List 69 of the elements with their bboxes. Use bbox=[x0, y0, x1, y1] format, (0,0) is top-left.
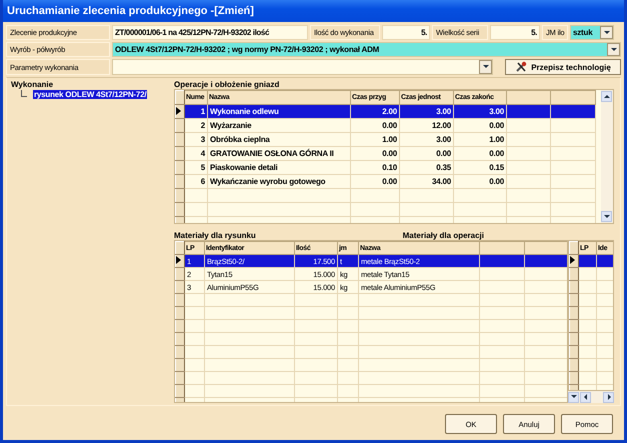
table-cell: 0.00 bbox=[350, 174, 400, 188]
table-row[interactable]: 3 Obróbka cieplna 1.00 3.00 1.00 bbox=[176, 132, 596, 146]
table-cell: 1.00 bbox=[454, 132, 506, 146]
dropdown-button[interactable] bbox=[600, 26, 613, 39]
table-cell: Wykańczanie wyrobu gotowego bbox=[208, 174, 350, 188]
table-cell: 2.00 bbox=[350, 104, 400, 118]
panel-title: Materiały dla operacji bbox=[402, 231, 484, 240]
tree-line-icon bbox=[21, 90, 27, 97]
table-row[interactable]: 2 Wyżarzanie 0.00 12.00 0.00 bbox=[176, 118, 596, 132]
scroll-down-button[interactable] bbox=[568, 392, 579, 402]
table-cell: 3 bbox=[184, 132, 208, 146]
table-cell: 0.35 bbox=[400, 160, 454, 174]
table-cell: 4 bbox=[184, 146, 208, 160]
table-cell: 1.00 bbox=[350, 132, 400, 146]
panel-title: Operacje i obłożenie gniazd bbox=[174, 80, 280, 89]
table-cell: Wyżarzanie bbox=[208, 118, 350, 132]
table-cell: 3.00 bbox=[400, 132, 454, 146]
table-cell: Piaskowanie detali bbox=[208, 160, 350, 174]
table-cell: 6 bbox=[184, 174, 208, 188]
batch-field[interactable]: 5. bbox=[490, 25, 540, 40]
caret-icon bbox=[482, 63, 490, 71]
table-cell: 0.00 bbox=[454, 118, 506, 132]
table-cell: 0.00 bbox=[350, 146, 400, 160]
table-row[interactable]: 6 Wykańczanie wyrobu gotowego 0.00 34.00 0.00 bbox=[176, 174, 596, 188]
table-cell: 0.00 bbox=[454, 146, 506, 160]
caret-icon bbox=[610, 46, 618, 54]
caret-icon bbox=[602, 212, 610, 220]
table-cell: 0.15 bbox=[454, 160, 506, 174]
table-row[interactable]: 5 Piaskowanie detali 0.10 0.35 0.15 bbox=[176, 160, 596, 174]
current-row-icon bbox=[176, 256, 181, 264]
dropdown-button[interactable] bbox=[607, 43, 620, 56]
table-cell: 0.00 bbox=[400, 146, 454, 160]
quantity-field[interactable]: 5. bbox=[382, 25, 430, 40]
scroll-up-button[interactable] bbox=[601, 91, 612, 102]
table-cell: 1 bbox=[184, 104, 208, 118]
scroll-right-button[interactable] bbox=[603, 392, 614, 402]
panel-title: Wykonanie bbox=[11, 80, 54, 89]
rewrite-technology-button[interactable]: Przepisz technologię bbox=[505, 59, 621, 75]
table-row[interactable] bbox=[570, 254, 613, 268]
panel-title: Materiały dla rysunku bbox=[174, 231, 256, 240]
tree-item[interactable]: rysunek ODLEW 4St7/12PN-72/ bbox=[33, 90, 148, 99]
tools-icon bbox=[515, 61, 528, 73]
table-cell: 0.00 bbox=[350, 118, 400, 132]
current-row-icon bbox=[570, 256, 575, 264]
table-cell: GRATOWANIE OSŁONA GÓRNA II bbox=[208, 146, 350, 160]
table-cell: 12.00 bbox=[400, 118, 454, 132]
product-dropdown[interactable]: ODLEW 4St7/12PN-72/H-93202 ; wg normy PN-72/H-93202 ; wykonał ADM bbox=[112, 42, 621, 57]
horizontal-scrollbar[interactable] bbox=[568, 391, 614, 403]
table-cell: 0.00 bbox=[454, 174, 506, 188]
caret-icon bbox=[602, 92, 610, 100]
caret-icon bbox=[602, 28, 610, 36]
table-cell: Obróbka cieplna bbox=[208, 132, 350, 146]
order-field[interactable]: ZT/000001/06-1 na 425/12PN-72/H-93202 ilość bbox=[112, 25, 308, 40]
current-row-icon bbox=[176, 106, 181, 114]
table-cell: 0.10 bbox=[350, 160, 400, 174]
table-row[interactable]: 4 GRATOWANIE OSŁONA GÓRNA II 0.00 0.00 0.00 bbox=[176, 146, 596, 160]
table-row[interactable]: 1 Wykonanie odlewu 2.00 3.00 3.00 bbox=[176, 104, 596, 118]
table-cell: Wykonanie odlewu bbox=[208, 104, 350, 118]
table-cell: 5 bbox=[184, 160, 208, 174]
scroll-left-button[interactable] bbox=[580, 392, 591, 402]
dropdown-button[interactable] bbox=[479, 60, 492, 74]
scroll-down-button[interactable] bbox=[601, 211, 612, 222]
table-cell: 3.00 bbox=[400, 104, 454, 118]
vertical-scrollbar[interactable] bbox=[601, 90, 613, 223]
table-cell: 34.00 bbox=[400, 174, 454, 188]
window-title: Uruchamianie zlecenia produkcyjnego -[Zmień] bbox=[3, 0, 624, 22]
unit-dropdown[interactable]: sztuk bbox=[570, 25, 614, 40]
table-cell: 2 bbox=[184, 118, 208, 132]
table-cell: 3.00 bbox=[454, 104, 506, 118]
